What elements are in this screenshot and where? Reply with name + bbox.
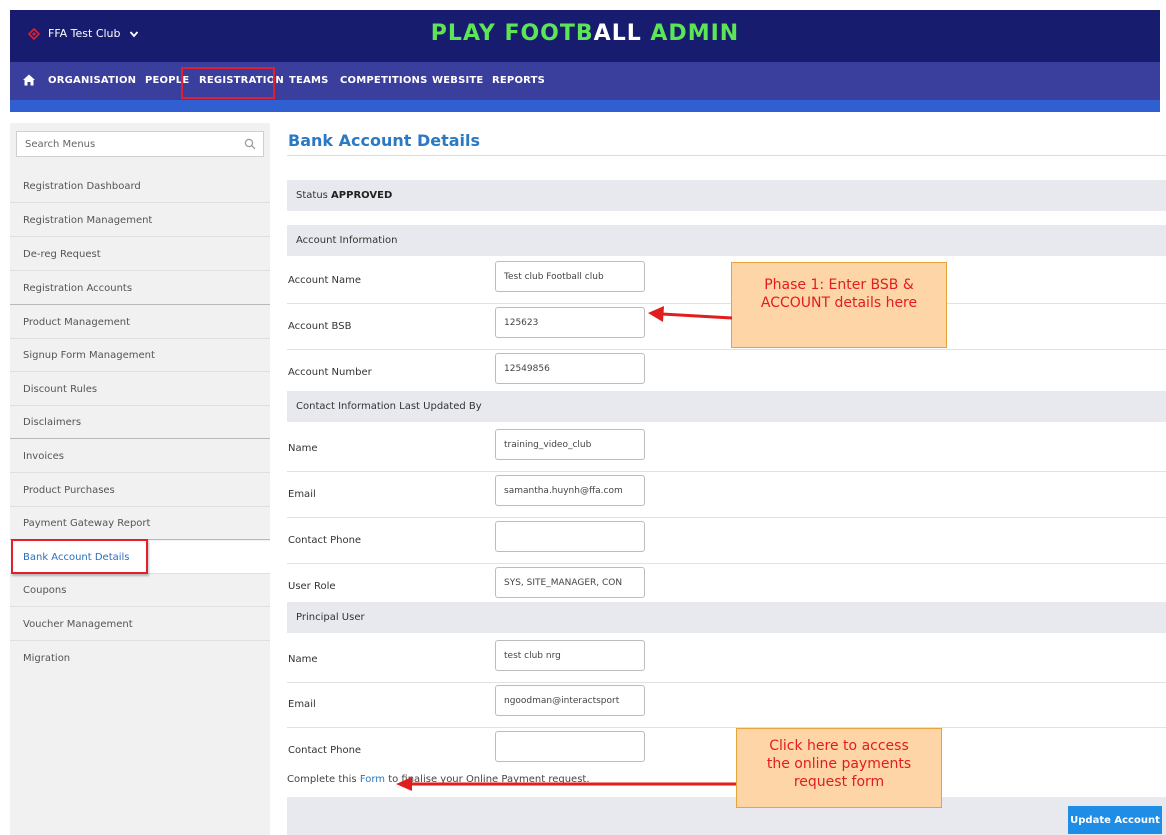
- sidebar-item-product-purchases[interactable]: Product Purchases: [10, 474, 270, 507]
- app-brand: PLAY FOOTBALL ADMIN: [430, 21, 740, 46]
- contact-name-label: Name: [288, 443, 318, 454]
- search-icon[interactable]: [244, 138, 256, 150]
- account-name-field[interactable]: [495, 261, 645, 292]
- contact-phone-label: Contact Phone: [288, 535, 362, 546]
- update-account-button[interactable]: Update Account: [1068, 806, 1162, 834]
- user-role-field[interactable]: [495, 567, 645, 598]
- nav-stripe: [10, 100, 1160, 112]
- sidebar-item-coupons[interactable]: Coupons: [10, 574, 270, 607]
- contact-name-field[interactable]: [495, 429, 645, 460]
- row-contact-phone: Contact Phone: [287, 519, 1166, 564]
- row-contact-name: Name: [287, 427, 1166, 472]
- sidebar-item-de-reg-request[interactable]: De-reg Request: [10, 238, 270, 271]
- principal-email-label: Email: [288, 699, 316, 710]
- sidebar-item-invoices[interactable]: Invoices: [10, 440, 270, 473]
- row-account-name: Account Name: [287, 259, 1166, 304]
- account-number-field[interactable]: [495, 353, 645, 384]
- nav-teams[interactable]: TEAMS: [289, 75, 329, 86]
- sidebar-item-voucher-management[interactable]: Voucher Management: [10, 608, 270, 641]
- sidebar: Registration Dashboard Registration Mana…: [10, 123, 270, 835]
- section-header-contact: Contact Information Last Updated By: [287, 391, 1166, 422]
- title-divider: [287, 155, 1166, 156]
- principal-name-field[interactable]: [495, 640, 645, 671]
- account-number-label: Account Number: [288, 367, 372, 378]
- section-header-principal: Principal User: [287, 602, 1166, 633]
- contact-email-field[interactable]: [495, 475, 645, 506]
- page-title: Bank Account Details: [288, 131, 481, 150]
- nav-organisation[interactable]: ORGANISATION: [48, 75, 136, 86]
- principal-name-label: Name: [288, 654, 318, 665]
- principal-phone-label: Contact Phone: [288, 745, 362, 756]
- status-badge: APPROVED: [331, 190, 393, 201]
- callout-phase1: Phase 1: Enter BSB & ACCOUNT details her…: [731, 262, 947, 348]
- sidebar-item-discount-rules[interactable]: Discount Rules: [10, 373, 270, 406]
- registration-highlight-box: [181, 67, 275, 99]
- row-principal-name: Name: [287, 638, 1166, 683]
- user-role-label: User Role: [288, 581, 336, 592]
- home-icon[interactable]: [22, 73, 36, 87]
- callout-online-payments: Click here to access the online payments…: [736, 728, 942, 808]
- row-principal-phone: Contact Phone: [287, 729, 1166, 774]
- contact-email-label: Email: [288, 489, 316, 500]
- sidebar-item-disclaimers[interactable]: Disclaimers: [10, 406, 270, 439]
- account-bsb-label: Account BSB: [288, 321, 352, 332]
- section-header-account: Account Information: [287, 225, 1166, 256]
- sidebar-item-product-management[interactable]: Product Management: [10, 306, 270, 339]
- account-bsb-field[interactable]: [495, 307, 645, 338]
- account-name-label: Account Name: [288, 275, 362, 286]
- row-account-number: Account Number: [287, 351, 1166, 396]
- search-input[interactable]: [17, 132, 227, 157]
- row-principal-email: Email: [287, 683, 1166, 728]
- sidebar-item-payment-gateway-report[interactable]: Payment Gateway Report: [10, 507, 270, 540]
- principal-phone-field[interactable]: [495, 731, 645, 762]
- contact-phone-field[interactable]: [495, 521, 645, 552]
- row-contact-email: Email: [287, 473, 1166, 518]
- status-band: Status APPROVED: [287, 180, 1166, 211]
- app-window: FFA Test Club PLAY FOOTBALL ADMIN ORGANI…: [0, 0, 1166, 835]
- sidebar-item-bank-account-details[interactable]: Bank Account Details: [10, 541, 270, 574]
- sidebar-item-signup-form-management[interactable]: Signup Form Management: [10, 339, 270, 372]
- form-instruction: Complete this Form to finalise your Onli…: [287, 774, 590, 785]
- main-content: Bank Account Details Status APPROVED Acc…: [287, 123, 1166, 835]
- principal-email-field[interactable]: [495, 685, 645, 716]
- search-box: [16, 131, 264, 157]
- status-label: Status: [296, 190, 332, 201]
- nav-competitions[interactable]: COMPETITIONS: [340, 75, 428, 86]
- sidebar-item-registration-management[interactable]: Registration Management: [10, 204, 270, 237]
- sidebar-item-migration[interactable]: Migration: [10, 642, 270, 675]
- row-account-bsb: Account BSB: [287, 305, 1166, 350]
- nav-reports[interactable]: REPORTS: [492, 75, 545, 86]
- sidebar-item-registration-accounts[interactable]: Registration Accounts: [10, 272, 270, 305]
- form-footer: Update Account: [287, 797, 1166, 835]
- sidebar-item-registration-dashboard[interactable]: Registration Dashboard: [10, 170, 270, 203]
- form-link[interactable]: Form: [360, 774, 385, 785]
- nav-website[interactable]: WEBSITE: [432, 75, 483, 86]
- top-bar: FFA Test Club PLAY FOOTBALL ADMIN: [10, 10, 1160, 62]
